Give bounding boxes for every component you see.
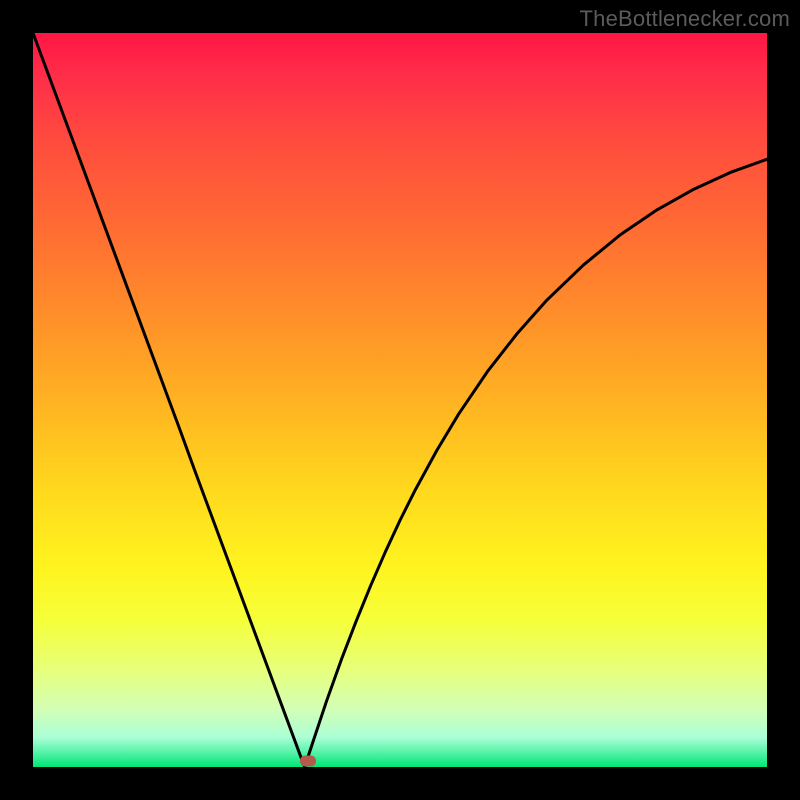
chart-frame: TheBottlenecker.com xyxy=(0,0,800,800)
bottleneck-curve-path xyxy=(33,33,767,767)
watermark-text: TheBottlenecker.com xyxy=(580,6,790,32)
plot-area xyxy=(33,33,767,767)
curve-svg xyxy=(33,33,767,767)
minimum-marker xyxy=(300,756,316,767)
